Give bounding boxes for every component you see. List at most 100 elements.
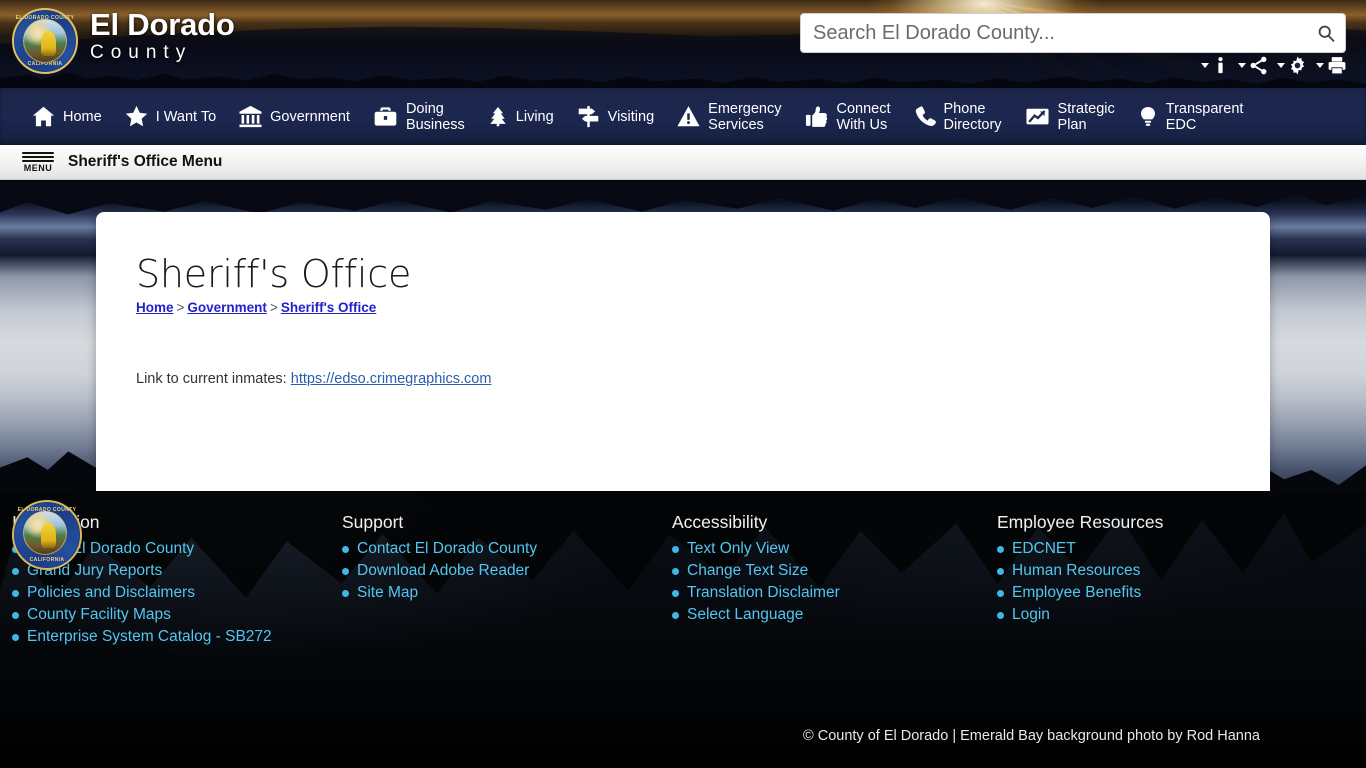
nav-item-phone-directory[interactable]: Phone Directory: [902, 88, 1013, 145]
footer-link-translation-disclaimer[interactable]: Translation Disclaimer: [687, 584, 840, 602]
utility-icon-bar: [1201, 54, 1348, 76]
footer-list-accessibility: Text Only View Change Text Size Translat…: [672, 540, 985, 624]
footer-link-select-language[interactable]: Select Language: [687, 606, 803, 624]
nav-label-phone-directory: Phone Directory: [944, 101, 1002, 133]
list-item[interactable]: Download Adobe Reader: [342, 562, 660, 580]
county-seal-logo[interactable]: EL DORADO COUNTY CALIFORNIA: [12, 8, 78, 74]
utility-settings[interactable]: [1277, 55, 1308, 76]
bullet-icon: [672, 612, 679, 619]
inmates-link[interactable]: https://edso.crimegraphics.com: [291, 371, 492, 387]
footer-column-employee-resources: Employee Resources EDCNET Human Resource…: [985, 512, 1325, 650]
bullet-icon: [997, 568, 1004, 575]
nav-label-visiting: Visiting: [608, 109, 654, 125]
list-item[interactable]: EDCNET: [997, 540, 1325, 558]
seal-figure: [41, 523, 56, 548]
list-item[interactable]: Human Resources: [997, 562, 1325, 580]
nav-item-emergency-services[interactable]: Emergency Services: [665, 88, 792, 145]
breadcrumb-link-home[interactable]: Home: [136, 300, 174, 315]
hamburger-menu-button[interactable]: MENU: [20, 152, 56, 173]
brand-primary-text: El Dorado: [90, 8, 235, 42]
utility-print[interactable]: [1316, 55, 1348, 76]
site-footer: Information About El Dorado County Grand…: [0, 492, 1366, 768]
footer-link-policies[interactable]: Policies and Disclaimers: [27, 584, 195, 602]
body-text-prefix: Link to current inmates:: [136, 371, 291, 387]
briefcase-icon: [372, 104, 399, 129]
list-item[interactable]: Site Map: [342, 584, 660, 602]
nav-label-emergency-services: Emergency Services: [708, 101, 781, 133]
home-icon: [31, 104, 56, 129]
nav-item-transparent-edc[interactable]: Transparent EDC: [1126, 88, 1255, 145]
nav-label-strategic-plan: Strategic Plan: [1058, 101, 1115, 133]
list-item[interactable]: Enterprise System Catalog - SB272: [12, 628, 330, 646]
content-body: Link to current inmates: https://edso.cr…: [136, 371, 1230, 387]
footer-county-seal[interactable]: EL DORADO COUNTY CALIFORNIA: [12, 500, 82, 570]
breadcrumb-link-sheriffs-office[interactable]: Sheriff's Office: [281, 300, 376, 315]
nav-item-visiting[interactable]: Visiting: [565, 88, 665, 145]
footer-column-accessibility: Accessibility Text Only View Change Text…: [660, 512, 985, 650]
list-item[interactable]: County Facility Maps: [12, 606, 330, 624]
nav-item-home[interactable]: Home: [20, 88, 113, 145]
nav-item-i-want-to[interactable]: I Want To: [113, 88, 227, 145]
list-item[interactable]: Translation Disclaimer: [672, 584, 985, 602]
tree-icon: [487, 104, 509, 129]
footer-list-employee-resources: EDCNET Human Resources Employee Benefits…: [997, 540, 1325, 624]
search-submit-button[interactable]: [1312, 19, 1340, 47]
nav-label-government: Government: [270, 109, 350, 125]
search-input[interactable]: [800, 13, 1346, 53]
footer-link-adobe-reader[interactable]: Download Adobe Reader: [357, 562, 529, 580]
footer-heading-support: Support: [342, 512, 660, 533]
list-item[interactable]: Change Text Size: [672, 562, 985, 580]
page-root: EL DORADO COUNTY CALIFORNIA El Dorado Co…: [0, 0, 1366, 768]
share-icon: [1248, 55, 1269, 76]
bullet-icon: [997, 590, 1004, 597]
footer-link-enterprise-catalog[interactable]: Enterprise System Catalog - SB272: [27, 628, 272, 646]
footer-link-employee-benefits[interactable]: Employee Benefits: [1012, 584, 1141, 602]
list-item[interactable]: Login: [997, 606, 1325, 624]
footer-link-contact[interactable]: Contact El Dorado County: [357, 540, 537, 558]
footer-link-human-resources[interactable]: Human Resources: [1012, 562, 1140, 580]
footer-heading-accessibility: Accessibility: [672, 512, 985, 533]
hamburger-icon: [22, 152, 54, 162]
list-item[interactable]: Text Only View: [672, 540, 985, 558]
breadcrumb-separator: >: [174, 300, 188, 315]
bullet-icon: [997, 546, 1004, 553]
list-item[interactable]: Select Language: [672, 606, 985, 624]
footer-link-edcnet[interactable]: EDCNET: [1012, 540, 1076, 558]
footer-link-facility-maps[interactable]: County Facility Maps: [27, 606, 171, 624]
footer-link-change-text-size[interactable]: Change Text Size: [687, 562, 808, 580]
nav-label-i-want-to: I Want To: [156, 109, 216, 125]
list-item[interactable]: Contact El Dorado County: [342, 540, 660, 558]
nav-item-connect-with-us[interactable]: Connect With Us: [793, 88, 902, 145]
footer-column-support: Support Contact El Dorado County Downloa…: [330, 512, 660, 650]
footer-link-login[interactable]: Login: [1012, 606, 1050, 624]
nav-item-strategic-plan[interactable]: Strategic Plan: [1013, 88, 1126, 145]
chevron-down-icon: [1238, 63, 1246, 68]
seal-emblem-scene: [23, 19, 67, 63]
nav-item-government[interactable]: Government: [227, 88, 361, 145]
bullet-icon: [672, 568, 679, 575]
site-brand[interactable]: El Dorado County: [90, 8, 235, 64]
bullet-icon: [12, 634, 19, 641]
nav-item-doing-business[interactable]: Doing Business: [361, 88, 476, 145]
main-navigation: Home I Want To Government: [0, 88, 1366, 145]
breadcrumb: Home>Government>Sheriff's Office: [136, 300, 1230, 315]
utility-share[interactable]: [1238, 55, 1269, 76]
footer-link-text-only[interactable]: Text Only View: [687, 540, 789, 558]
footer-heading-employee-resources: Employee Resources: [997, 512, 1325, 533]
footer-link-site-map[interactable]: Site Map: [357, 584, 418, 602]
utility-info[interactable]: [1201, 54, 1230, 76]
thumbs-up-icon: [804, 104, 830, 129]
list-item[interactable]: Policies and Disclaimers: [12, 584, 330, 602]
lightbulb-icon: [1137, 104, 1159, 129]
star-icon: [124, 104, 149, 129]
seal-bottom-text: CALIFORNIA: [15, 557, 79, 563]
seal-figure: [41, 31, 56, 56]
brand-secondary-text: County: [90, 42, 235, 64]
site-search: [800, 13, 1346, 53]
chevron-down-icon: [1316, 63, 1324, 68]
breadcrumb-link-government[interactable]: Government: [187, 300, 267, 315]
nav-item-living[interactable]: Living: [476, 88, 565, 145]
gear-icon: [1287, 55, 1308, 76]
list-item[interactable]: Employee Benefits: [997, 584, 1325, 602]
bullet-icon: [12, 568, 19, 575]
